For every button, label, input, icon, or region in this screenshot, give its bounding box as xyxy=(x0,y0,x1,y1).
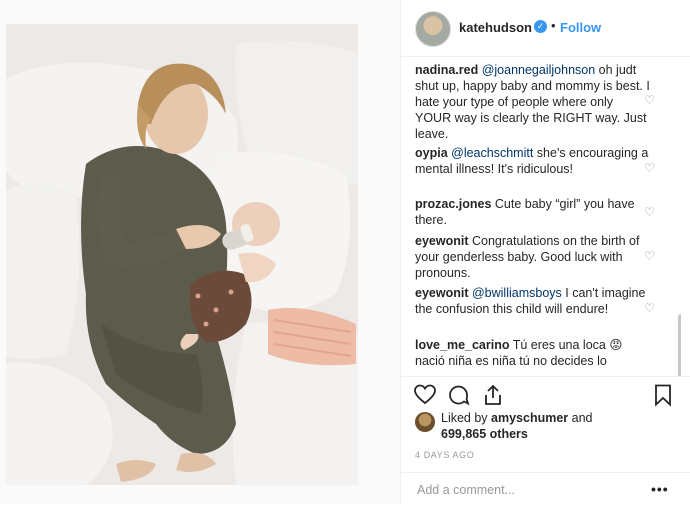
comment-icon[interactable] xyxy=(447,383,471,407)
comment-item: eyewonit @bwilliamsboys I can't imagine … xyxy=(415,285,651,317)
post-actions-bar xyxy=(401,376,690,409)
post-photo[interactable] xyxy=(6,24,358,485)
likes-middle: and xyxy=(568,411,593,425)
post-timestamp[interactable]: 4 DAYS AGO xyxy=(415,450,474,460)
avatar[interactable] xyxy=(415,11,451,47)
more-options-icon[interactable]: ••• xyxy=(651,481,669,497)
like-comment-heart-icon[interactable]: ♡ xyxy=(644,162,656,174)
post-header: katehudson ✓ • Follow xyxy=(401,0,690,57)
liker-username[interactable]: amyschumer xyxy=(491,411,568,425)
comment-username[interactable]: eyewonit xyxy=(415,286,469,300)
mother-and-baby-photo xyxy=(6,24,358,485)
comment-username[interactable]: eyewonit xyxy=(415,234,469,248)
heart-icon[interactable] xyxy=(413,383,437,407)
likes-prefix: Liked by xyxy=(441,411,492,425)
add-comment-bar: ••• xyxy=(401,472,690,505)
username-link[interactable]: katehudson xyxy=(459,20,532,35)
bookmark-icon[interactable] xyxy=(651,383,675,407)
comment-mention[interactable]: @joannegailjohnson xyxy=(482,63,595,77)
comment-username[interactable]: love_me_carino xyxy=(415,338,510,352)
comment-username[interactable]: nadina.red xyxy=(415,63,478,77)
likes-count-link[interactable]: 699,865 others xyxy=(441,427,528,441)
comment-item: love_me_carino Tú eres una loca 😡 nació … xyxy=(415,337,651,369)
verified-badge-icon: ✓ xyxy=(534,20,547,33)
comment-item: eyewonit Congratulations on the birth of… xyxy=(415,233,651,281)
comment-mention[interactable]: @bwilliamsboys xyxy=(472,286,562,300)
comment-username[interactable]: oypia xyxy=(415,146,448,160)
post-side-panel: katehudson ✓ • Follow nadina.red @joanne… xyxy=(400,0,690,504)
separator-dot: • xyxy=(551,18,556,33)
comments-list[interactable]: nadina.red @joannegailjohnson oh judt sh… xyxy=(401,56,681,376)
comment-username[interactable]: prozac.jones xyxy=(415,197,491,211)
follow-button[interactable]: Follow xyxy=(560,20,601,35)
comment-item: prozac.jones Cute baby “girl” you have t… xyxy=(415,196,651,228)
like-comment-heart-icon[interactable]: ♡ xyxy=(644,250,656,262)
like-comment-heart-icon[interactable]: ♡ xyxy=(644,206,656,218)
like-comment-heart-icon[interactable]: ♡ xyxy=(644,302,656,314)
comment-mention[interactable]: @leachschmitt xyxy=(451,146,533,160)
comment-item: oypia @leachschmitt she's encouraging a … xyxy=(415,145,651,177)
liker-avatar[interactable] xyxy=(415,412,435,432)
instagram-post-modal: katehudson ✓ • Follow nadina.red @joanne… xyxy=(0,0,690,504)
like-comment-heart-icon[interactable]: ♡ xyxy=(644,94,656,106)
comment-item: nadina.red @joannegailjohnson oh judt sh… xyxy=(415,62,651,142)
likes-summary: Liked by amyschumer and 699,865 others xyxy=(441,410,671,442)
share-icon[interactable] xyxy=(481,383,505,407)
comments-scrollbar[interactable] xyxy=(678,314,681,376)
add-comment-input[interactable] xyxy=(415,479,639,501)
